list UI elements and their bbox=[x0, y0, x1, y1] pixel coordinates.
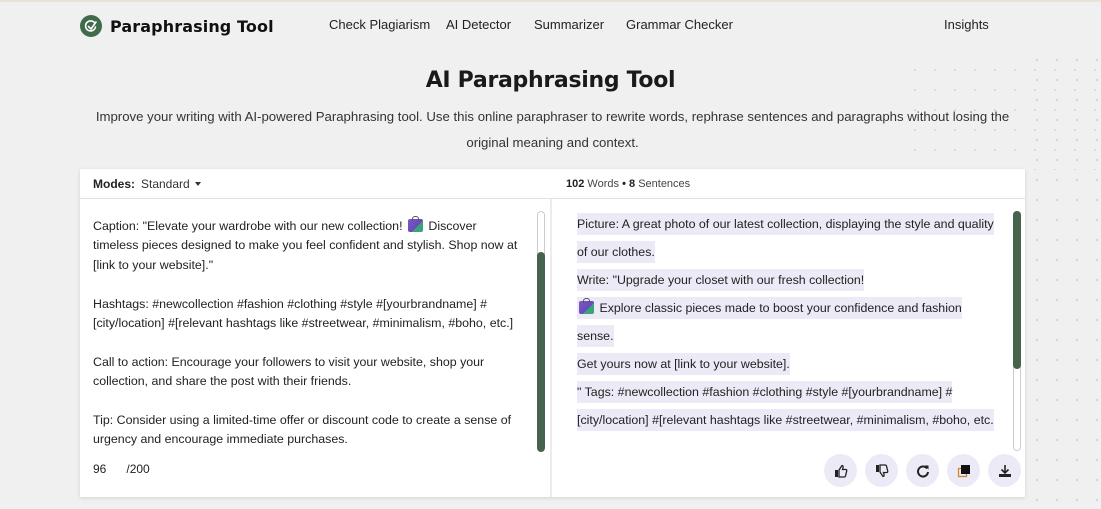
modes-label: Modes: bbox=[93, 177, 135, 191]
paraphraser-card: Modes: Standard 102 Words • 8 Sentences … bbox=[80, 169, 1025, 497]
output-scrollbar[interactable] bbox=[1013, 211, 1021, 451]
input-paragraph: Call to action: Encourage your followers… bbox=[93, 354, 485, 389]
refresh-icon bbox=[916, 465, 929, 478]
thumbs-up-icon bbox=[834, 464, 847, 478]
words-label: Words bbox=[587, 178, 620, 190]
input-paragraph: Hashtags: #newcollection #fashion #cloth… bbox=[93, 296, 514, 331]
output-sentence[interactable]: Get yours now at [link to your website]. bbox=[577, 353, 790, 375]
top-border bbox=[0, 0, 1101, 2]
nav-insights[interactable]: Insights bbox=[944, 17, 989, 32]
pane-divider bbox=[550, 199, 552, 497]
input-textarea[interactable]: Caption: "Elevate your wardrobe with our… bbox=[93, 216, 523, 469]
page-subtitle: Improve your writing with AI-powered Par… bbox=[95, 109, 1010, 150]
thumbs-down-button[interactable] bbox=[865, 454, 898, 487]
output-sentence[interactable]: Write: "Upgrade your closet with our fre… bbox=[577, 269, 865, 291]
stats-bullet: • bbox=[622, 178, 626, 190]
input-paragraph: Caption: "Elevate your wardrobe with our… bbox=[93, 216, 523, 275]
word-count: 102 bbox=[566, 178, 585, 190]
output-sentence[interactable]: " Tags: #newcollection #fashion #clothin… bbox=[577, 381, 994, 431]
output-stats: 102 Words • 8 Sentences bbox=[566, 178, 690, 190]
input-scrollbar[interactable] bbox=[537, 211, 545, 452]
thumbs-up-button[interactable] bbox=[824, 454, 857, 487]
sentence-count: 8 bbox=[629, 178, 636, 190]
word-limit: /200 bbox=[126, 462, 150, 476]
logo-icon bbox=[80, 15, 102, 37]
word-counter: 96/200 bbox=[93, 462, 150, 476]
nav-grammar-checker[interactable]: Grammar Checker bbox=[626, 17, 733, 32]
nav-summarizer[interactable]: Summarizer bbox=[534, 17, 604, 32]
nav-check-plagiarism[interactable]: Check Plagiarism bbox=[329, 17, 430, 32]
caret-down-icon bbox=[194, 182, 201, 186]
logo-text: Paraphrasing Tool bbox=[110, 16, 274, 36]
rephrase-button[interactable] bbox=[906, 454, 939, 487]
input-text-segment: Caption: "Elevate your wardrobe with our… bbox=[93, 219, 406, 233]
shopping-bags-emoji-icon bbox=[407, 216, 423, 232]
nav-ai-detector[interactable]: AI Detector bbox=[446, 17, 511, 32]
sentences-label: Sentences bbox=[638, 178, 691, 190]
output-sentence-with-emoji[interactable]: Explore classic pieces made to boost you… bbox=[577, 297, 962, 347]
output-panel[interactable]: Picture: A great photo of our latest col… bbox=[577, 210, 997, 452]
mode-dropdown[interactable]: Standard bbox=[141, 177, 201, 191]
page-title: AI Paraphrasing Tool bbox=[425, 68, 676, 93]
copy-icon bbox=[957, 464, 970, 477]
output-sentence-text: Explore classic pieces made to boost you… bbox=[577, 301, 962, 343]
download-button[interactable] bbox=[988, 454, 1021, 487]
logo[interactable]: Paraphrasing Tool bbox=[80, 15, 274, 37]
output-sentence[interactable]: Picture: A great photo of our latest col… bbox=[577, 213, 994, 263]
mode-selected: Standard bbox=[141, 177, 190, 191]
input-paragraph: Tip: Consider using a limited-time offer… bbox=[93, 413, 512, 447]
output-actions bbox=[824, 454, 1021, 487]
thumbs-down-icon bbox=[875, 463, 888, 477]
copy-button[interactable] bbox=[947, 454, 980, 487]
modes-selector: Modes: Standard bbox=[93, 177, 201, 191]
dot-pattern-right bbox=[1025, 50, 1101, 509]
scrollbar-thumb[interactable] bbox=[1013, 211, 1021, 369]
download-icon bbox=[998, 464, 1011, 477]
shopping-bags-emoji-icon bbox=[579, 298, 594, 314]
scrollbar-thumb[interactable] bbox=[537, 252, 545, 452]
card-toolbar: Modes: Standard 102 Words • 8 Sentences bbox=[80, 169, 1025, 199]
input-word-count: 96 bbox=[93, 462, 107, 476]
